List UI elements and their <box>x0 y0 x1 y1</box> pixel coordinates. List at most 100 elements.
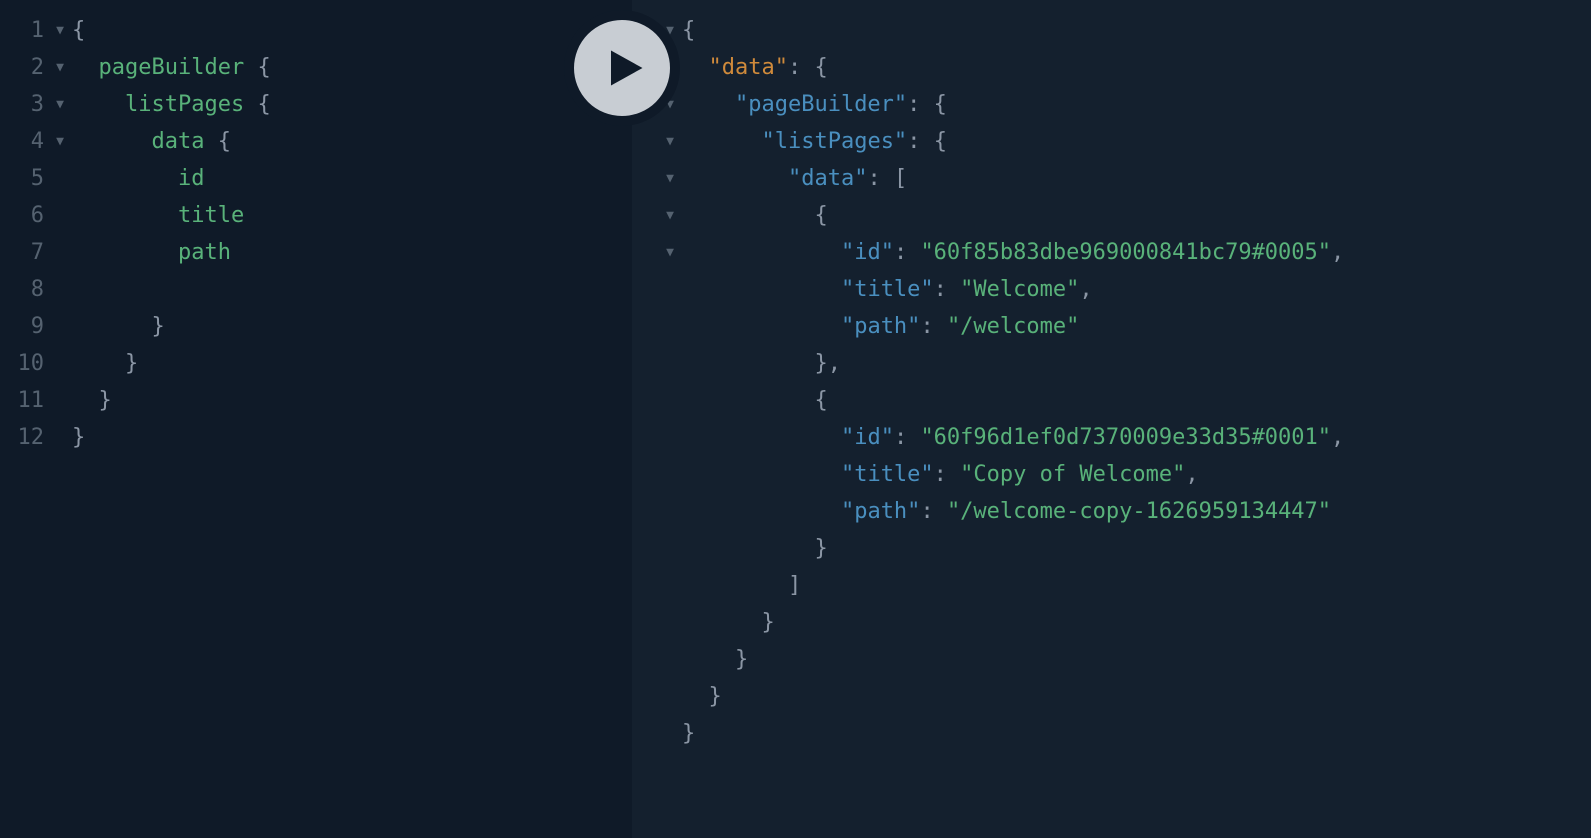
code-token <box>682 129 761 154</box>
code-token: : <box>867 166 894 191</box>
code-token: , <box>1331 425 1344 450</box>
code-token <box>682 462 841 487</box>
line-number: 2 <box>18 49 44 86</box>
code-line: ] <box>682 567 1591 604</box>
code-token: { <box>814 203 827 228</box>
code-token: pageBuilder <box>99 55 245 80</box>
fold-toggle-icon[interactable]: ▼ <box>660 234 674 271</box>
code-token <box>682 166 788 191</box>
code-line: } <box>72 419 632 456</box>
gutter-row: 12 <box>0 419 72 456</box>
fold-toggle-icon[interactable]: ▼ <box>660 160 674 197</box>
code-line: "path": "/welcome-copy-1626959134447" <box>682 493 1591 530</box>
code-token <box>682 573 788 598</box>
code-token: "Welcome" <box>960 277 1079 302</box>
code-token: "title" <box>841 462 934 487</box>
code-token: "path" <box>841 499 920 524</box>
code-line: } <box>72 308 632 345</box>
gutter-row: 10 <box>0 345 72 382</box>
query-gutter: 1▼2▼3▼4▼56789101112 <box>0 0 72 838</box>
line-number: 9 <box>18 308 44 345</box>
fold-toggle-icon[interactable]: ▼ <box>50 12 64 49</box>
code-token: { <box>204 129 231 154</box>
code-token: : <box>907 129 934 154</box>
code-token: } <box>735 647 748 672</box>
gutter-row: ▼ <box>632 234 682 271</box>
code-token <box>682 536 814 561</box>
code-token: } <box>151 314 164 339</box>
code-token: : <box>788 55 815 80</box>
code-line: "listPages": { <box>682 123 1591 160</box>
code-line: } <box>682 641 1591 678</box>
code-token: { <box>814 388 827 413</box>
code-token: } <box>814 536 827 561</box>
code-token: : <box>907 92 934 117</box>
code-line <box>72 271 632 308</box>
code-token: : <box>894 425 921 450</box>
code-line: } <box>682 530 1591 567</box>
code-token: [ <box>894 166 907 191</box>
code-line: "id": "60f85b83dbe969000841bc79#0005", <box>682 234 1591 271</box>
code-token: { <box>814 55 827 80</box>
code-token: : <box>934 277 961 302</box>
code-token <box>682 499 841 524</box>
code-token <box>682 55 709 80</box>
line-number: 8 <box>18 271 44 308</box>
code-token: path <box>178 240 231 265</box>
fold-toggle-icon[interactable]: ▼ <box>50 49 64 86</box>
code-token: id <box>178 166 205 191</box>
code-line: { <box>682 197 1591 234</box>
code-token: , <box>1331 240 1344 265</box>
play-icon <box>604 47 646 89</box>
code-token <box>72 129 151 154</box>
code-line: "data": { <box>682 49 1591 86</box>
fold-toggle-icon[interactable]: ▼ <box>660 197 674 234</box>
code-token: } <box>761 610 774 635</box>
code-token: { <box>244 55 271 80</box>
line-number: 7 <box>18 234 44 271</box>
code-token: data <box>151 129 204 154</box>
query-editor-panel[interactable]: 1▼2▼3▼4▼56789101112 { pageBuilder { list… <box>0 0 632 838</box>
code-token <box>682 684 709 709</box>
code-token <box>72 55 99 80</box>
code-token: "/welcome-copy-1626959134447" <box>947 499 1331 524</box>
code-line: } <box>72 382 632 419</box>
code-line: } <box>682 604 1591 641</box>
code-token: "path" <box>841 314 920 339</box>
line-number: 10 <box>18 345 45 382</box>
gutter-row: 8 <box>0 271 72 308</box>
code-token: { <box>244 92 271 117</box>
code-token <box>72 92 125 117</box>
gutter-row: 4▼ <box>0 123 72 160</box>
code-line: title <box>72 197 632 234</box>
code-token <box>682 240 841 265</box>
gutter-row: 5 <box>0 160 72 197</box>
code-token <box>72 351 125 376</box>
line-number: 11 <box>18 382 45 419</box>
execute-query-button[interactable] <box>564 10 680 126</box>
code-line: } <box>682 715 1591 752</box>
code-line: { <box>72 12 632 49</box>
code-token: "pageBuilder" <box>735 92 907 117</box>
fold-toggle-icon[interactable]: ▼ <box>660 123 674 160</box>
code-token: } <box>125 351 138 376</box>
code-token: "title" <box>841 277 934 302</box>
code-line: "pageBuilder": { <box>682 86 1591 123</box>
code-token: : <box>920 314 947 339</box>
code-token: } <box>99 388 112 413</box>
code-line: } <box>72 345 632 382</box>
code-line: { <box>682 12 1591 49</box>
code-token: "data" <box>788 166 867 191</box>
gutter-row: ▼ <box>632 160 682 197</box>
code-token: : <box>894 240 921 265</box>
code-token: "Copy of Welcome" <box>960 462 1185 487</box>
fold-toggle-icon[interactable]: ▼ <box>50 86 64 123</box>
code-line: { <box>682 382 1591 419</box>
gutter-row: 2▼ <box>0 49 72 86</box>
query-code[interactable]: { pageBuilder { listPages { data { id ti… <box>72 0 632 838</box>
code-token <box>72 388 99 413</box>
code-line: "data": [ <box>682 160 1591 197</box>
code-token: } <box>72 425 85 450</box>
fold-toggle-icon[interactable]: ▼ <box>50 123 64 160</box>
code-token: "id" <box>841 425 894 450</box>
